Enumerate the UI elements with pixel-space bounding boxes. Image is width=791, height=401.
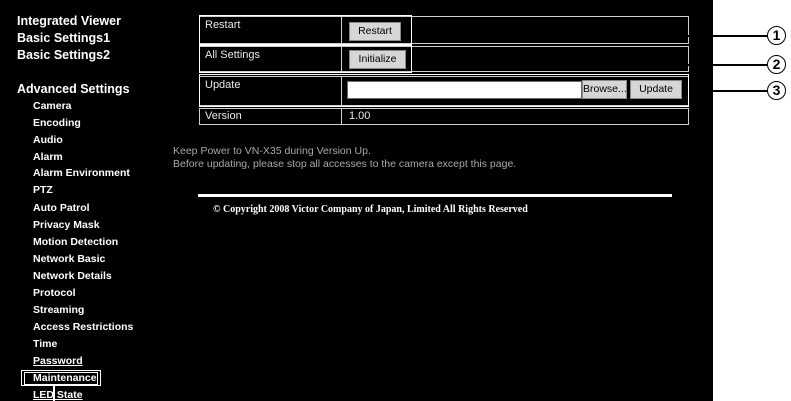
advanced-settings-heading[interactable]: Advanced Settings <box>17 82 130 96</box>
version-row: Version 1.00 <box>199 108 689 125</box>
separator-line <box>198 194 672 197</box>
sidebar-item-password[interactable]: Password <box>33 355 83 367</box>
main-content: Restart Restart All Settings Initialize … <box>178 0 713 401</box>
sidebar-item-alarm[interactable]: Alarm <box>33 151 63 163</box>
callout-1-line <box>412 35 768 37</box>
sidebar-item-network-details[interactable]: Network Details <box>33 270 112 282</box>
sidebar-item-encoding[interactable]: Encoding <box>33 117 81 129</box>
sidebar-item-camera[interactable]: Camera <box>33 100 72 112</box>
update-button[interactable]: Update <box>630 80 682 99</box>
nav-basic-settings1[interactable]: Basic Settings1 <box>17 31 110 45</box>
initialize-button[interactable]: Initialize <box>349 50 406 69</box>
sidebar-item-streaming[interactable]: Streaming <box>33 304 84 316</box>
callout-3-line <box>689 90 768 92</box>
update-note: Before updating, please stop all accesse… <box>173 158 517 170</box>
update-file-field[interactable] <box>347 81 582 99</box>
browse-button[interactable]: Browse... <box>582 80 627 99</box>
nav-integrated-viewer[interactable]: Integrated Viewer <box>17 14 121 28</box>
sidebar-item-access-restrictions[interactable]: Access Restrictions <box>33 321 133 333</box>
sidebar-item-alarm-environment[interactable]: Alarm Environment <box>33 167 130 179</box>
sidebar-item-protocol[interactable]: Protocol <box>33 287 76 299</box>
cursor-mark <box>53 386 55 401</box>
sidebar-item-motion-detection[interactable]: Motion Detection <box>33 236 118 248</box>
version-label: Version <box>205 110 242 122</box>
sidebar-item-maintenance[interactable]: Maintenance <box>33 372 97 384</box>
sidebar-item-network-basic[interactable]: Network Basic <box>33 253 105 265</box>
callout-1-icon: 1 <box>767 26 786 45</box>
sidebar-item-led-state[interactable]: LED State <box>33 389 83 401</box>
sidebar-item-auto-patrol[interactable]: Auto Patrol <box>33 202 90 214</box>
nav-basic-settings2[interactable]: Basic Settings2 <box>17 48 110 62</box>
sidebar-item-privacy-mask[interactable]: Privacy Mask <box>33 219 100 231</box>
sidebar-item-ptz[interactable]: PTZ <box>33 184 53 196</box>
callout-3-icon: 3 <box>767 81 786 100</box>
callout-2-line <box>412 64 768 66</box>
restart-button[interactable]: Restart <box>349 22 401 41</box>
callout-2-icon: 2 <box>767 55 786 74</box>
power-note: Keep Power to VN-X35 during Version Up. <box>173 145 371 157</box>
copyright-text: © Copyright 2008 Victor Company of Japan… <box>213 204 528 215</box>
version-value: 1.00 <box>349 110 371 122</box>
sidebar-item-audio[interactable]: Audio <box>33 134 63 146</box>
sidebar: Integrated Viewer Basic Settings1 Basic … <box>0 0 178 401</box>
sidebar-item-time[interactable]: Time <box>33 338 57 350</box>
